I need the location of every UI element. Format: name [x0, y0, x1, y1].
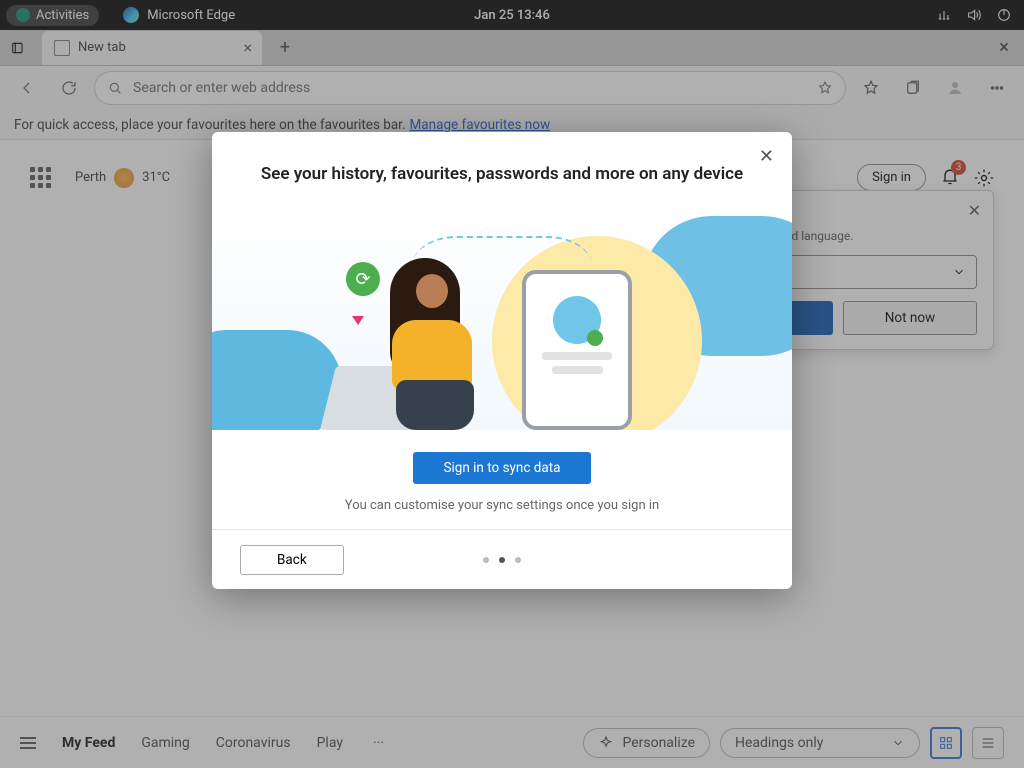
modal-subtitle: You can customise your sync settings onc… [232, 498, 772, 513]
pager-dots [483, 557, 521, 563]
back-button[interactable]: Back [240, 545, 344, 575]
close-icon[interactable]: ✕ [759, 146, 774, 167]
sync-illustration: ⟳ [212, 206, 792, 430]
modal-title: See your history, favourites, passwords … [212, 132, 792, 206]
signin-sync-button[interactable]: Sign in to sync data [413, 452, 590, 484]
sync-modal: ✕ See your history, favourites, password… [212, 132, 792, 589]
